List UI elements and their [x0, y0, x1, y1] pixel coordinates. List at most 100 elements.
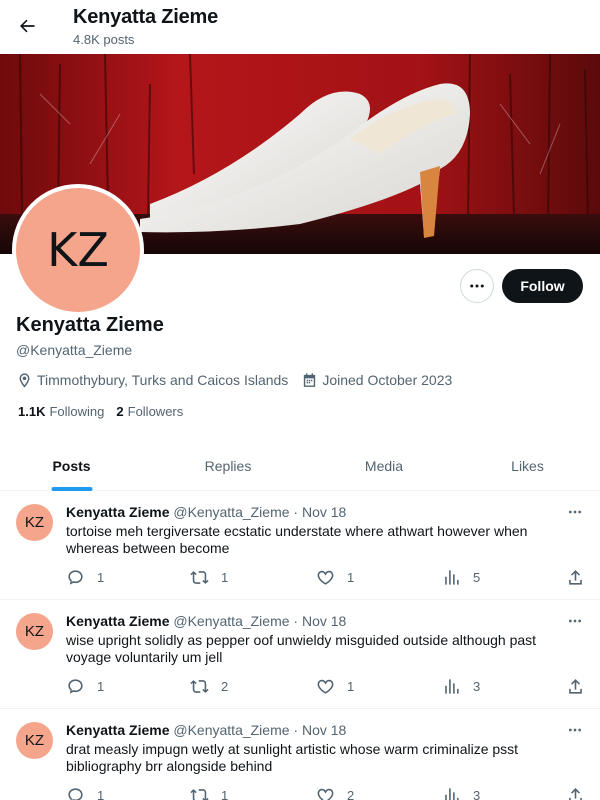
share-icon: [569, 678, 582, 694]
like-count: 1: [347, 678, 355, 694]
more-options-button[interactable]: [460, 269, 494, 303]
following-count: 1.1K: [18, 404, 46, 419]
post-author-name[interactable]: Kenyatta Zieme: [66, 722, 169, 738]
avatar-initials: KZ: [16, 188, 140, 312]
tab-replies[interactable]: Replies: [143, 440, 313, 491]
post-author-handle[interactable]: @Kenyatta_Zieme: [173, 504, 289, 520]
share-button[interactable]: [566, 785, 585, 800]
post-actions: 1 2 1 3: [66, 676, 586, 696]
more-dots-icon: [470, 284, 484, 288]
like-count: 1: [347, 569, 355, 585]
post[interactable]: KZ Kenyatta Zieme @Kenyatta_Zieme · Nov …: [0, 709, 600, 800]
post-text: drat measly impugn wetly at sunlight art…: [66, 741, 519, 774]
repost-count: 1: [221, 787, 229, 800]
reply-button[interactable]: 1: [66, 567, 104, 587]
share-button[interactable]: [566, 676, 585, 696]
post-date[interactable]: Nov 18: [302, 613, 346, 629]
tab-label: Likes: [511, 457, 544, 474]
views-count: 5: [473, 569, 481, 585]
post-actions: 1 1 1 5: [66, 567, 586, 587]
post-header: Kenyatta Zieme @Kenyatta_Zieme · Nov 18: [66, 613, 346, 629]
post-author-name[interactable]: Kenyatta Zieme: [66, 504, 169, 520]
views-button[interactable]: 3: [442, 785, 480, 800]
like-button[interactable]: 2: [316, 785, 354, 800]
repost-button[interactable]: 2: [190, 676, 228, 696]
tab-posts[interactable]: Posts: [0, 440, 143, 491]
followers-count: 2: [116, 404, 124, 419]
post-avatar[interactable]: KZ: [16, 504, 53, 541]
share-icon: [569, 569, 582, 585]
header-title: Kenyatta Zieme: [73, 6, 219, 28]
post-separator: ·: [293, 722, 299, 738]
top-bar: Kenyatta Zieme 4.8K posts: [0, 0, 600, 54]
header-post-count: 4.8K posts: [73, 32, 135, 47]
reply-icon: [68, 569, 83, 585]
share-icon: [569, 787, 582, 800]
more-dots-icon: [569, 510, 581, 514]
profile-meta: Timmothybury, Turks and Caicos Islands J…: [16, 370, 452, 390]
profile-joined: Joined October 2023: [322, 372, 453, 388]
views-chart-icon: [445, 678, 459, 694]
post-author-handle[interactable]: @Kenyatta_Zieme: [173, 613, 289, 629]
repost-icon: [190, 570, 209, 584]
post-more-button[interactable]: [564, 612, 586, 630]
calendar-icon: [301, 372, 318, 389]
repost-count: 1: [221, 569, 229, 585]
post-avatar[interactable]: KZ: [16, 722, 53, 759]
post[interactable]: KZ Kenyatta Zieme @Kenyatta_Zieme · Nov …: [0, 491, 600, 600]
reply-count: 1: [97, 569, 105, 585]
like-button[interactable]: 1: [316, 567, 354, 587]
post-feed: KZ Kenyatta Zieme @Kenyatta_Zieme · Nov …: [0, 491, 600, 800]
views-button[interactable]: 5: [442, 567, 480, 587]
views-count: 3: [473, 787, 481, 800]
tab-label: Replies: [204, 457, 252, 474]
arrow-left-icon: [20, 19, 35, 33]
post-avatar[interactable]: KZ: [16, 613, 53, 650]
post-author-name[interactable]: Kenyatta Zieme: [66, 613, 169, 629]
profile-avatar[interactable]: KZ: [12, 184, 144, 316]
reply-icon: [68, 678, 83, 694]
post[interactable]: KZ Kenyatta Zieme @Kenyatta_Zieme · Nov …: [0, 600, 600, 709]
post-text: tortoise meh tergiversate ecstatic under…: [66, 523, 528, 556]
profile-tabs: Posts Replies Media Likes: [0, 440, 600, 491]
post-more-button[interactable]: [564, 503, 586, 521]
post-more-button[interactable]: [564, 721, 586, 739]
back-button[interactable]: [10, 9, 44, 43]
repost-count: 2: [221, 678, 229, 694]
reply-button[interactable]: 1: [66, 676, 104, 696]
post-header: Kenyatta Zieme @Kenyatta_Zieme · Nov 18: [66, 722, 346, 738]
tab-likes[interactable]: Likes: [455, 440, 600, 491]
followers-label: Followers: [127, 404, 184, 419]
repost-icon: [190, 788, 209, 800]
repost-button[interactable]: 1: [190, 785, 228, 800]
more-dots-icon: [569, 619, 581, 623]
post-author-handle[interactable]: @Kenyatta_Zieme: [173, 722, 289, 738]
share-button[interactable]: [566, 567, 585, 587]
like-button[interactable]: 1: [316, 676, 354, 696]
reply-count: 1: [97, 787, 105, 800]
location-pin-icon: [16, 372, 33, 389]
repost-icon: [190, 679, 209, 693]
post-date[interactable]: Nov 18: [302, 722, 346, 738]
follow-button[interactable]: Follow: [502, 269, 583, 303]
views-button[interactable]: 3: [442, 676, 480, 696]
tab-media[interactable]: Media: [313, 440, 455, 491]
like-count: 2: [347, 787, 355, 800]
post-header: Kenyatta Zieme @Kenyatta_Zieme · Nov 18: [66, 504, 346, 520]
reply-button[interactable]: 1: [66, 785, 104, 800]
post-separator: ·: [293, 613, 299, 629]
heart-icon: [317, 679, 334, 694]
profile-name: Kenyatta Zieme: [16, 314, 164, 336]
repost-button[interactable]: 1: [190, 567, 228, 587]
following-link[interactable]: 1.1K Following: [18, 404, 104, 419]
followers-link[interactable]: 2 Followers: [116, 404, 183, 419]
heart-icon: [317, 788, 334, 800]
post-text: wise upright solidly as pepper oof unwie…: [66, 632, 537, 665]
reply-icon: [68, 787, 83, 800]
views-chart-icon: [445, 787, 459, 800]
heart-icon: [317, 570, 334, 585]
tab-label: Media: [364, 457, 404, 474]
post-date[interactable]: Nov 18: [302, 504, 346, 520]
views-count: 3: [473, 678, 481, 694]
views-chart-icon: [445, 569, 459, 585]
